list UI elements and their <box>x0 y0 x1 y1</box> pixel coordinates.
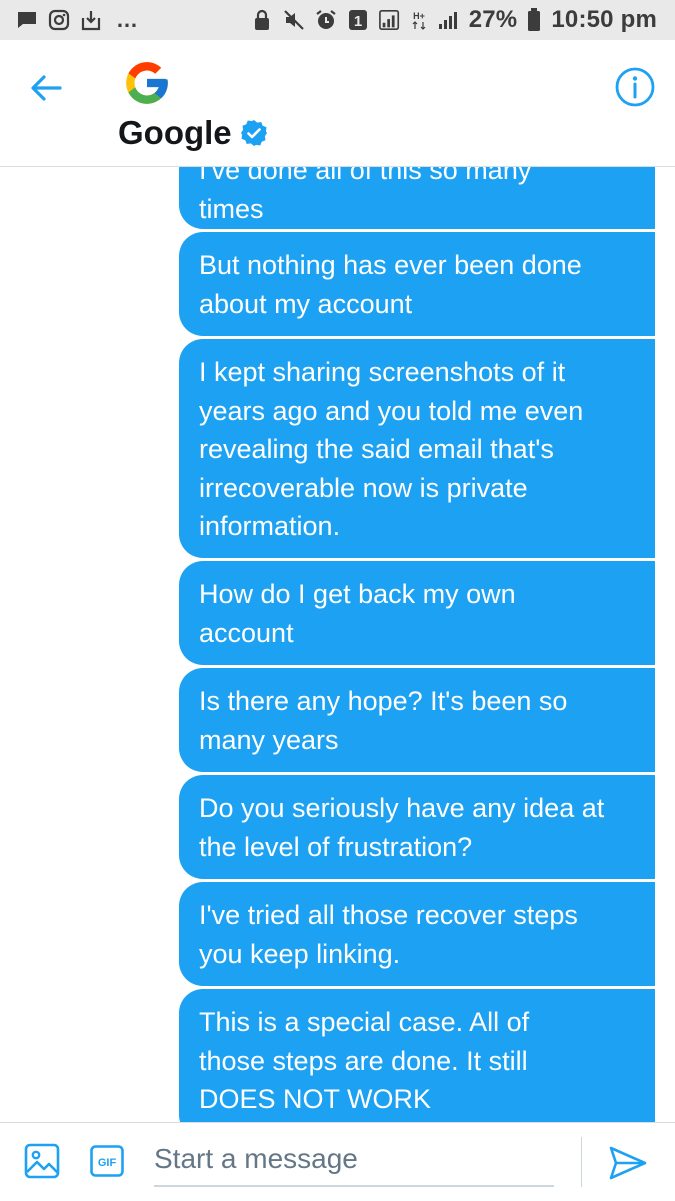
google-logo <box>126 62 168 104</box>
message-line: Is there any hope? It's been so <box>199 686 568 716</box>
battery-percent: 27% <box>468 6 518 33</box>
message-bubble[interactable]: Do you seriously have any idea at the le… <box>179 775 655 879</box>
gif-icon: GIF <box>90 1145 124 1177</box>
contact-name[interactable]: Google <box>118 114 268 152</box>
message-line: those steps are done. It still <box>199 1045 528 1076</box>
alarm-icon <box>315 9 337 31</box>
status-bar-left: … <box>16 7 139 33</box>
svg-text:GIF: GIF <box>98 1157 117 1169</box>
signal-icon-2 <box>437 9 459 31</box>
mute-icon <box>283 9 305 31</box>
message-bubble[interactable]: How do I get back my own account <box>179 561 655 665</box>
message-line: times <box>199 193 264 224</box>
add-media-button[interactable] <box>24 1143 60 1179</box>
message-line: I've tried all those recover steps <box>199 900 578 930</box>
message-line: account <box>199 617 294 648</box>
message-line: revealing the said email that's <box>199 434 554 464</box>
message-line: many years <box>199 724 339 755</box>
message-bubble[interactable]: I've tried all those recover steps you k… <box>179 882 655 986</box>
svg-text:H+: H+ <box>413 11 425 21</box>
arrow-left-icon <box>31 75 62 101</box>
message-line: How do I get back my own <box>199 579 516 609</box>
message-line: I kept sharing screenshots of it <box>199 357 566 387</box>
message-list[interactable]: I've done all of this so many times But … <box>0 167 675 1122</box>
message-bubble[interactable]: Is there any hope? It's been so many yea… <box>179 668 655 772</box>
message-line: DOES NOT WORK <box>199 1084 432 1114</box>
send-button[interactable] <box>608 1145 648 1181</box>
signal-icon <box>378 9 401 31</box>
send-icon <box>609 1146 647 1180</box>
battery-icon <box>527 8 541 31</box>
message-line: about my account <box>199 288 413 319</box>
info-button[interactable] <box>614 66 656 108</box>
clock: 10:50 pm <box>551 6 657 33</box>
message-line: the level of frustration? <box>199 831 473 862</box>
status-bar-right: 1 H+ 27% 10:50 pm <box>251 6 657 34</box>
add-gif-button[interactable]: GIF <box>90 1145 124 1177</box>
message-line: Do you seriously have any idea at <box>199 793 605 823</box>
chat-notification-icon <box>16 9 38 31</box>
message-bubble[interactable]: But nothing has ever been done about my … <box>179 232 655 336</box>
message-line: I've done all of this so many <box>199 167 532 185</box>
message-bubble[interactable]: This is a special case. All of those ste… <box>179 989 655 1122</box>
composer-divider <box>581 1137 582 1187</box>
info-icon <box>615 67 655 107</box>
image-icon <box>24 1143 60 1179</box>
verified-badge-icon <box>240 120 267 146</box>
network-type: H+ <box>411 9 427 31</box>
sim-slot-icon: 1 <box>347 9 369 31</box>
input-underline <box>154 1185 554 1187</box>
message-bubble[interactable]: I've done all of this so many times <box>179 167 655 229</box>
message-line: irrecoverable now is private <box>199 472 528 503</box>
message-line: information. <box>199 511 341 541</box>
avatar[interactable] <box>122 58 172 108</box>
message-line: But nothing has ever been done <box>199 250 582 280</box>
message-line: you keep linking. <box>199 938 401 969</box>
message-bubble[interactable]: I kept sharing screenshots of it years a… <box>179 339 655 558</box>
message-line: This is a special case. All of <box>199 1007 530 1037</box>
lock-icon <box>251 9 273 31</box>
download-icon <box>80 9 102 31</box>
message-line: years ago and you told me even <box>199 395 584 426</box>
contact-name-text: Google <box>118 114 232 151</box>
instagram-icon <box>48 9 70 31</box>
back-button[interactable] <box>26 68 66 108</box>
status-bar: … 1 H+ 27% 10:50 pm <box>0 0 675 40</box>
message-composer: GIF <box>0 1122 675 1201</box>
overflow-indicator: … <box>116 7 139 32</box>
message-input[interactable] <box>154 1135 554 1183</box>
conversation-header: Google <box>0 40 675 167</box>
svg-text:1: 1 <box>354 13 362 30</box>
